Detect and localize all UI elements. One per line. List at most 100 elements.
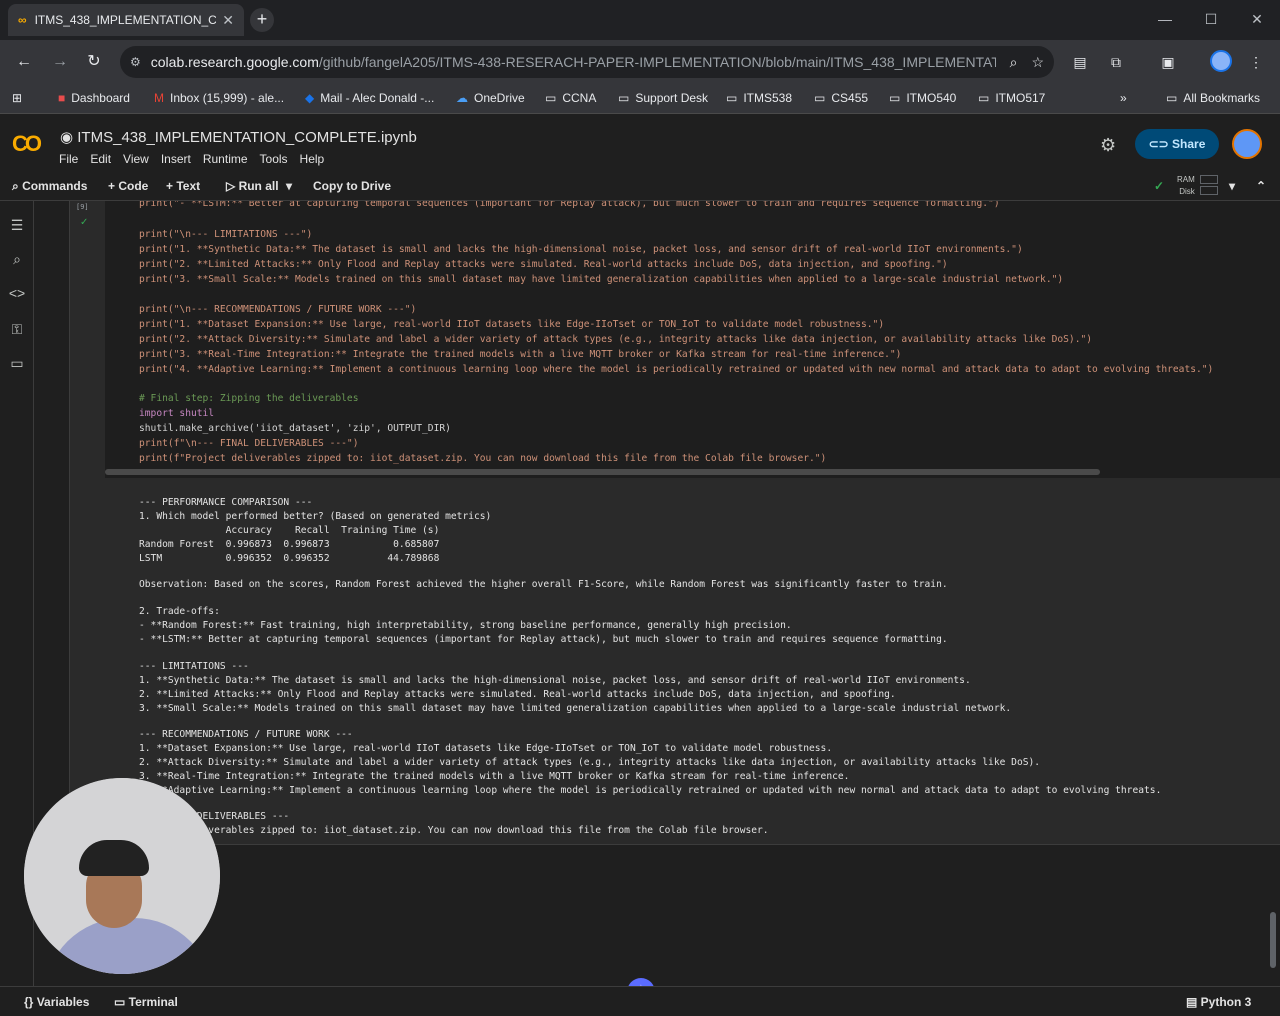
collapse-chevron-icon[interactable]: ⌃: [1256, 179, 1266, 193]
code-cell[interactable]: [9] ✓ print("- **LSTM:** Better at captu…: [69, 201, 1280, 845]
bookmark-dashboard[interactable]: ■ Dashboard: [58, 91, 130, 105]
kernel-status[interactable]: ▤ Python 3: [1186, 995, 1251, 1009]
tab-close-icon[interactable]: ✕: [222, 12, 234, 29]
output-line: LSTM 0.996352 0.996352 44.789868: [139, 553, 440, 564]
kernel-icon: ▤: [1186, 995, 1201, 1009]
add-code-button[interactable]: + Code: [108, 179, 148, 193]
variables-button[interactable]: {} Variables: [24, 995, 89, 1009]
gmail-icon: M: [154, 91, 164, 105]
code-line: print(f"Project deliverables zipped to: …: [139, 453, 827, 464]
output-line: --- RECOMMENDATIONS / FUTURE WORK ---: [139, 729, 353, 740]
run-all-dropdown-icon[interactable]: ▾: [286, 179, 292, 193]
code-line: print("3. **Real-Time Integration:** Int…: [139, 349, 902, 360]
minimize-icon[interactable]: —: [1142, 0, 1188, 40]
run-all-button[interactable]: ▷ Run all: [226, 179, 279, 193]
output-line: - **Random Forest:** Fast training, high…: [139, 620, 792, 631]
maximize-icon[interactable]: ☐: [1188, 0, 1234, 40]
notebook-toolbar: ⌕ Commands + Code + Text ▷ Run all ▾ Cop…: [0, 173, 1280, 201]
tab-search-icon[interactable]: ▣: [1156, 50, 1180, 74]
reload-icon[interactable]: ↻: [82, 50, 106, 74]
code-line: print("\n--- RECOMMENDATIONS / FUTURE WO…: [139, 304, 417, 315]
bookmark-mail[interactable]: ◆ Mail - Alec Donald -...: [305, 91, 434, 105]
code-editor[interactable]: print("- **LSTM:** Better at capturing t…: [105, 201, 1280, 478]
resource-meter[interactable]: [1200, 175, 1218, 197]
back-icon[interactable]: ←: [12, 50, 36, 74]
code-line: print("1. **Synthetic Data:** The datase…: [139, 244, 1023, 255]
extensions-icon[interactable]: ⧉: [1104, 50, 1128, 74]
execution-count: [9]: [76, 203, 89, 211]
copy-to-drive-button[interactable]: Copy to Drive: [313, 179, 391, 193]
all-bookmarks[interactable]: ▭ All Bookmarks: [1166, 91, 1260, 105]
code-snippets-icon[interactable]: <>: [8, 285, 26, 303]
files-folder-icon[interactable]: ▭: [8, 355, 26, 373]
outlook-icon: ◆: [305, 91, 315, 105]
menu-runtime[interactable]: Runtime: [203, 152, 248, 166]
folder-icon: ▭: [978, 91, 990, 105]
browser-menu-icon[interactable]: ⋮: [1244, 50, 1268, 74]
omnibox[interactable]: ⚙ colab.research.google.com/github/fange…: [120, 46, 1054, 78]
add-text-button[interactable]: + Text: [166, 179, 200, 193]
bookmark-support-desk[interactable]: ▭ Support Desk: [618, 91, 708, 105]
browser-profile-avatar[interactable]: [1210, 50, 1232, 72]
output-line: 3. **Small Scale:** Models trained on th…: [139, 703, 1012, 714]
folder-icon: ▭: [889, 91, 901, 105]
forward-icon[interactable]: →: [48, 50, 72, 74]
ram-disk-labels[interactable]: RAM Disk: [1177, 174, 1195, 198]
terminal-button[interactable]: ▭ Terminal: [114, 995, 178, 1009]
notebook-vertical-scrollbar[interactable]: [1270, 912, 1276, 968]
terminal-icon: ▭: [114, 995, 129, 1009]
share-button[interactable]: ⊂⊃ Share: [1135, 129, 1219, 159]
bookmark-ccna[interactable]: ▭ CCNA: [545, 91, 596, 105]
browser-tab[interactable]: ∞ ITMS_438_IMPLEMENTATION_C ✕: [8, 4, 244, 36]
apps-grid-icon[interactable]: ⊞: [12, 91, 22, 105]
code-horizontal-scrollbar[interactable]: [105, 469, 1100, 475]
bookmarks-bar: ⊞ ■ Dashboard M Inbox (15,999) - ale... ◆ M…: [0, 84, 1280, 114]
output-line: 3. **Real-Time Integration:** Integrate …: [139, 771, 850, 782]
webcam-overlay: [24, 778, 220, 974]
bookmark-onedrive[interactable]: ☁ OneDrive: [456, 91, 525, 105]
variables-icon: {}: [24, 995, 37, 1009]
bookmark-star-icon[interactable]: ☆: [1031, 54, 1044, 71]
search-icon: ⌕: [12, 179, 23, 193]
secrets-key-icon[interactable]: ⚿: [8, 321, 26, 339]
colab-header: CO ◉ ITMS_438_IMPLEMENTATION_COMPLETE.ip…: [0, 115, 1280, 173]
code-comment: # Final step: Zipping the deliverables: [139, 393, 359, 404]
bookmark-cs455[interactable]: ▭ CS455: [814, 91, 868, 105]
bookmark-inbox[interactable]: M Inbox (15,999) - ale...: [154, 91, 284, 105]
bookmark-itmo517[interactable]: ▭ ITMO517: [978, 91, 1045, 105]
menu-file[interactable]: File: [59, 152, 78, 166]
output-line: Project deliverables zipped to: iiot_dat…: [139, 825, 769, 836]
url-text[interactable]: colab.research.google.com/github/fangelA…: [151, 54, 996, 70]
bookmark-itms538[interactable]: ▭ ITMS538: [726, 91, 792, 105]
settings-gear-icon[interactable]: ⚙: [1100, 135, 1116, 156]
colab-favicon-icon: ∞: [18, 13, 27, 27]
output-line: 2. **Limited Attacks:** Only Flood and R…: [139, 689, 896, 700]
window-close-icon[interactable]: ✕: [1234, 0, 1280, 40]
folder-icon: ▭: [618, 91, 630, 105]
code-line: print("- **LSTM:** Better at capturing t…: [139, 201, 1000, 209]
webcam-person-beanie: [79, 840, 149, 876]
zoom-icon[interactable]: ⌕: [1010, 54, 1018, 71]
account-avatar[interactable]: [1232, 129, 1262, 159]
commands-button[interactable]: ⌕ Commands: [12, 179, 87, 194]
menu-view[interactable]: View: [123, 152, 149, 166]
cell-output: --- PERFORMANCE COMPARISON --- 1. Which …: [105, 483, 1280, 843]
bookmark-itmo540[interactable]: ▭ ITMO540: [889, 91, 956, 105]
menu-help[interactable]: Help: [300, 152, 325, 166]
runtime-dropdown-icon[interactable]: ▾: [1229, 179, 1235, 193]
new-tab-button[interactable]: +: [250, 8, 274, 32]
table-of-contents-icon[interactable]: ☰: [8, 217, 26, 235]
folder-icon: ▭: [726, 91, 738, 105]
code-line: shutil.make_archive('iiot_dataset', 'zip…: [139, 423, 451, 434]
site-info-icon[interactable]: ⚙: [130, 55, 141, 69]
menu-edit[interactable]: Edit: [90, 152, 111, 166]
save-icon[interactable]: ▤: [1068, 50, 1092, 74]
notebook-title[interactable]: ◉ ITMS_438_IMPLEMENTATION_COMPLETE.ipynb: [60, 128, 417, 146]
menu-bar: File Edit View Insert Runtime Tools Help: [59, 152, 324, 166]
bookmarks-overflow-icon[interactable]: »: [1120, 91, 1127, 105]
colab-logo[interactable]: CO: [12, 131, 42, 157]
menu-insert[interactable]: Insert: [161, 152, 191, 166]
find-replace-icon[interactable]: ⌕: [8, 251, 26, 269]
link-icon: ⊂⊃: [1148, 137, 1173, 151]
menu-tools[interactable]: Tools: [260, 152, 288, 166]
